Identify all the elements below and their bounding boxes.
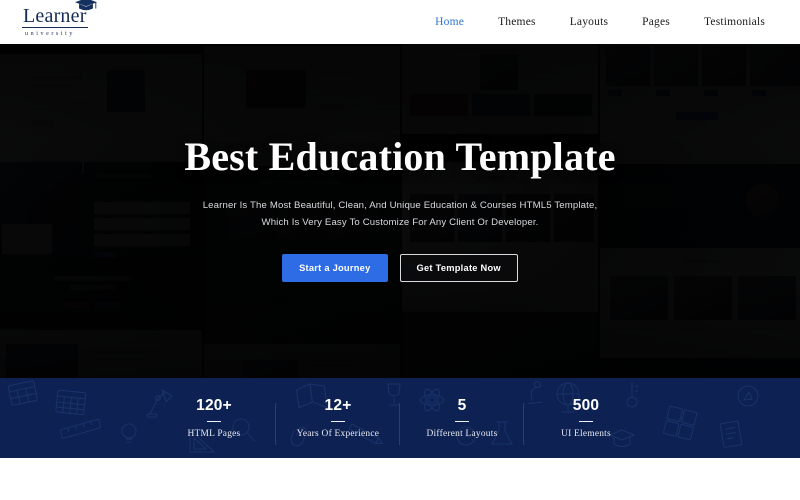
stat-label: Different Layouts [426, 429, 498, 440]
stat-label: HTML Pages [187, 429, 241, 440]
hero-title: Best Education Template [184, 134, 616, 180]
stat-years-of-experience: 12+ Years Of Experience [275, 396, 400, 445]
hero-subtitle: Learner Is The Most Beautiful, Clean, An… [203, 198, 598, 232]
logo-subtitle: university [25, 31, 75, 37]
main-navigation: Home Themes Layouts Pages Testimonials [418, 0, 782, 44]
graduation-cap-icon [74, 0, 97, 11]
site-header: Learner university Home Themes Layouts P… [0, 0, 800, 44]
logo-row: Learner [22, 0, 97, 28]
stat-number: 120+ [196, 396, 232, 414]
nav-item-layouts[interactable]: Layouts [553, 16, 625, 28]
start-a-journey-button[interactable]: Start a Journey [282, 253, 388, 282]
hero-section: Best Education Template Learner Is The M… [0, 44, 800, 378]
stat-divider-dash [207, 420, 221, 423]
stat-divider-dash [455, 420, 469, 423]
stat-label: UI Elements [561, 429, 611, 440]
hero-cta-group: Start a Journey Get Template Now [282, 253, 518, 282]
stat-number: 500 [572, 396, 600, 414]
nav-item-testimonials[interactable]: Testimonials [687, 16, 782, 28]
hero-subtitle-line-1: Learner Is The Most Beautiful, Clean, An… [202, 200, 598, 212]
hero-subtitle-line-2: Which Is Very Easy To Customize For Any … [261, 217, 539, 228]
stat-different-layouts: 5 Different Layouts [399, 396, 524, 445]
nav-item-themes[interactable]: Themes [481, 16, 553, 28]
stat-html-pages: 120+ HTML Pages [152, 397, 276, 440]
hero-content: Best Education Template Learner Is The M… [0, 44, 800, 378]
stat-ui-elements: 500 UI Elements [523, 396, 648, 445]
stat-label: Years Of Experience [296, 429, 380, 440]
site-logo[interactable]: Learner university [22, 0, 132, 38]
get-template-now-button[interactable]: Get Template Now [399, 253, 518, 282]
stat-divider-dash [331, 420, 345, 423]
stat-number: 5 [457, 396, 467, 414]
stats-bar: 120+ HTML Pages 12+ Years Of Experience … [0, 378, 800, 458]
stat-number: 12+ [324, 396, 352, 414]
nav-item-home[interactable]: Home [418, 16, 481, 28]
nav-item-pages[interactable]: Pages [625, 16, 687, 28]
page-bottom-whitespace [0, 458, 800, 500]
stats-items: 120+ HTML Pages 12+ Years Of Experience … [0, 378, 800, 458]
stat-divider-dash [579, 420, 593, 423]
